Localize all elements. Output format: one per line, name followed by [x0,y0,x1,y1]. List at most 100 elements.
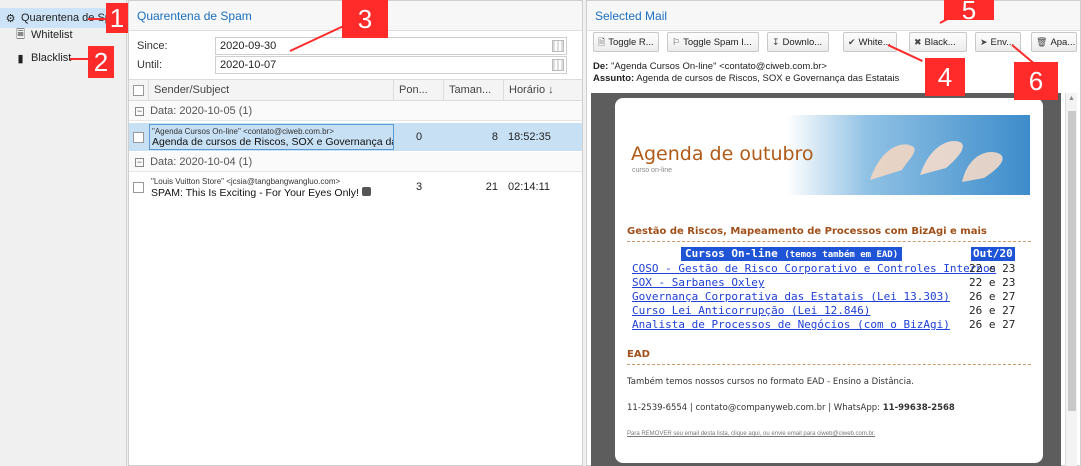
vertical-scrollbar[interactable]: ▲ [1065,93,1077,466]
size: 8 [491,131,498,143]
since-row: Since: 2020-09-30 [137,37,567,55]
quarantine-icon: ⚙ [5,12,16,25]
row-checkbox[interactable] [133,181,144,193]
toggle-spam-button[interactable]: ⚐ Toggle Spam I... [667,32,759,52]
callout-2: 2 [88,46,114,78]
month-header: Out/20 [971,247,1015,261]
document-filled-icon: ▮ [17,52,24,65]
sender-subject-cell: "Agenda Cursos On-line" <contato@ciweb.c… [149,124,394,150]
ead-text: Também temos nossos cursos no formato EA… [627,377,914,387]
course-link[interactable]: Governança Corporativa das Estatais (Lei… [632,290,950,303]
calendar-icon[interactable] [552,40,564,52]
emoji-icon [361,186,371,196]
courses-header: Cursos On-line (temos também em EAD) [681,247,903,261]
callout-arrow [70,58,90,60]
mail-from-line: De: "Agenda Cursos On-line" <contato@ciw… [593,61,827,72]
until-label: Until: [137,59,163,71]
group-label: Data: 2020-10-05 (1) [150,105,253,117]
from-label: De: [593,61,609,72]
callout-1: 1 [106,3,128,33]
document-icon: 🗎 [598,37,606,47]
banner-subtitle: curso on-line [632,167,673,174]
course-date: 22 e 23 [969,276,1016,289]
toggle-read-button[interactable]: 🗎 Toggle R... [593,32,659,52]
callout-arrow [88,18,106,20]
callout-5: 5 [944,0,994,23]
from-value: "Agenda Cursos On-line" <contato@ciweb.c… [610,61,827,72]
course-link[interactable]: Analista de Processos de Negócios (com o… [632,318,950,331]
column-sender-subject[interactable]: Sender/Subject [149,79,394,101]
calendar-icon[interactable] [552,59,564,71]
blacklist-button[interactable]: ✖ Black... [909,32,967,52]
contact-line: 11-2539-6554 | contato@companyweb.com.br… [627,403,955,413]
course-date: 26 e 27 [969,290,1016,303]
mail-viewer[interactable]: Agenda de outubro curso on-line Gestão d… [591,93,1061,466]
table-row[interactable]: "Agenda Cursos On-line" <contato@ciweb.c… [129,123,582,151]
row-checkbox[interactable] [133,131,144,143]
email-body: Agenda de outubro curso on-line Gestão d… [615,98,1043,463]
collapse-icon[interactable]: − [135,106,144,116]
table-header: Sender/Subject Pon... Taman... Horário ↓ [129,79,582,101]
subject-label: Assunto: [593,73,635,84]
unsubscribe-link[interactable]: Para REMOVER seu email desta lista, cliq… [627,431,875,437]
course-date: 26 e 27 [969,304,1016,317]
divider [627,364,1031,365]
course-link[interactable]: COSO - Gestão de Risco Corporativo e Con… [632,262,996,275]
section-title: EAD [627,349,650,360]
table-row[interactable]: "Louis Vuitton Store" <jcsia@tangbangwan… [129,173,582,201]
mail-toolbar: 🗎 Toggle R... ⚐ Toggle Spam I... ↧ Downlo..… [587,32,1080,54]
collapse-icon[interactable]: − [135,157,144,167]
course-link[interactable]: SOX - Sarbanes Oxley [632,276,764,289]
send-icon: ➤ [980,37,988,47]
trash-icon: 🗑 [1036,37,1048,47]
group-label: Data: 2020-10-04 (1) [150,156,253,168]
column-points[interactable]: Pon... [394,79,444,101]
course-date: 22 e 23 [969,262,1016,275]
group-row-2020-10-05[interactable]: − Data: 2020-10-05 (1) [129,101,582,121]
check-icon: ✔ [848,37,856,47]
column-size[interactable]: Taman... [444,79,504,101]
panel-title: Selected Mail [587,1,1080,31]
scroll-up-icon[interactable]: ▲ [1068,95,1075,102]
nav-item-label: Blacklist [31,52,72,64]
sender: "Louis Vuitton Store" <jcsia@tangbangwan… [151,176,341,186]
whitelist-button[interactable]: ✔ White... [843,32,897,52]
since-date-field[interactable]: 2020-09-30 [215,37,567,55]
group-row-2020-10-04[interactable]: − Data: 2020-10-04 (1) [129,152,582,172]
row-checkbox-cell [129,131,149,143]
course-link[interactable]: Curso Lei Anticorrupção (Lei 12.846) [632,304,870,317]
document-outline-icon: 🗏 [16,28,25,41]
nav-item-label: Whitelist [31,29,73,41]
until-date-field[interactable]: 2020-10-07 [215,56,567,74]
column-time[interactable]: Horário ↓ [504,79,582,101]
selected-mail-panel: Selected Mail 🗎 Toggle R... ⚐ Toggle Spam … [586,0,1081,466]
download-button[interactable]: ↧ Downlo... [767,32,829,52]
size: 21 [485,181,498,193]
spam-quarantine-panel: Quarentena de Spam Since: 2020-09-30 Unt… [128,0,583,466]
sender-subject-cell: "Louis Vuitton Store" <jcsia@tangbangwan… [149,175,394,200]
email-banner: Agenda de outubro curso on-line [625,115,1030,195]
x-icon: ✖ [914,37,922,47]
callout-3: 3 [342,0,388,38]
scroll-thumb[interactable] [1068,111,1076,411]
points: 0 [415,131,423,143]
download-icon: ↧ [772,37,780,47]
app-root: ⚙ Quarentena de Spam 🗏 Whitelist ▮ Black… [0,0,1081,466]
hands-image [870,140,1003,182]
points: 3 [415,181,423,193]
select-all-checkbox[interactable] [133,84,144,96]
delete-button[interactable]: 🗑 Apa... [1031,32,1077,52]
select-all-cell [129,79,149,101]
subject: SPAM: This Is Exciting - For Your Eyes O… [151,186,392,199]
mail-subject-line: Assunto: Agenda de cursos de Riscos, SOX… [593,73,899,84]
send-button[interactable]: ➤ Env... [975,32,1021,52]
until-row: Until: 2020-10-07 [137,56,567,74]
since-label: Since: [137,40,168,52]
row-checkbox-cell [129,181,149,193]
time: 18:52:35 [508,131,551,143]
divider [627,241,1031,242]
flag-icon: ⚐ [672,37,681,47]
subject-value: Agenda de cursos de Riscos, SOX e Govern… [636,73,900,84]
section-title: Gestão de Riscos, Mapeamento de Processo… [627,226,987,237]
course-date: 26 e 27 [969,318,1016,331]
